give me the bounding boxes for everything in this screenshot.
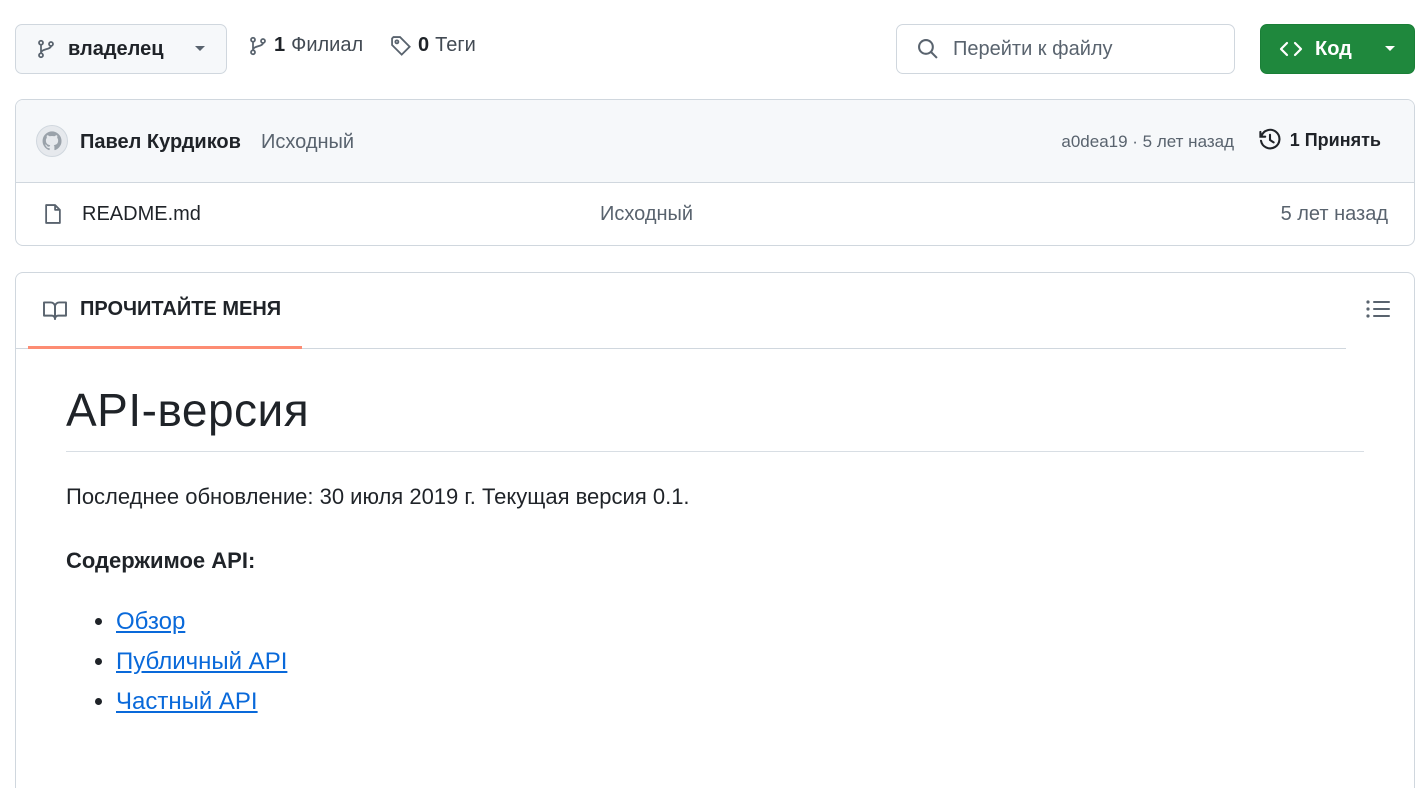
list-item: Публичный API [116, 648, 1364, 676]
file-icon [42, 202, 64, 226]
git-branch-icon [248, 35, 268, 57]
file-list: Павел Курдиков Исходный a0dea19 · 5 лет … [15, 99, 1415, 246]
list-item: Частный API [116, 688, 1364, 716]
tags-label: Теги [435, 34, 476, 56]
public-api-link[interactable]: Публичный API [116, 648, 287, 675]
go-to-file-input[interactable] [953, 37, 1213, 61]
search-icon [917, 38, 939, 60]
readme-tab-label: ПРОЧИТАЙТЕ МЕНЯ [80, 298, 282, 320]
file-row[interactable]: README.md Исходный 5 лет назад [16, 183, 1414, 245]
commits-count: 1 [1289, 129, 1300, 150]
file-commit-date: 5 лет назад [1280, 203, 1388, 225]
file-name-link[interactable]: README.md [82, 203, 201, 226]
code-icon [1279, 40, 1303, 58]
caret-down-icon [194, 45, 206, 53]
commit-hash-date[interactable]: a0dea19 · 5 лет назад [1061, 132, 1234, 152]
commit-message[interactable]: Исходный [261, 131, 354, 154]
commit-author[interactable]: Павел Курдиков [80, 131, 241, 154]
book-icon [42, 299, 68, 321]
avatar[interactable] [36, 125, 68, 157]
readme-title: API-версия [66, 383, 1364, 452]
go-to-file-search[interactable] [896, 24, 1235, 74]
readme-link-list: Обзор Публичный API Частный API [66, 608, 1364, 716]
private-api-link[interactable]: Частный API [116, 688, 258, 715]
readme-header: ПРОЧИТАЙТЕ МЕНЯ [16, 273, 1346, 349]
commits-label: Принять [1304, 129, 1381, 150]
code-button[interactable]: Код [1260, 24, 1415, 74]
tags-link[interactable]: 0 Теги [390, 34, 476, 57]
branch-select-button[interactable]: владелец [15, 24, 227, 74]
list-item: Обзор [116, 608, 1364, 636]
branch-name: владелец [68, 37, 164, 60]
file-commit-message[interactable]: Исходный [600, 203, 693, 226]
latest-commit-bar: Павел Курдиков Исходный a0dea19 · 5 лет … [16, 100, 1414, 183]
git-branch-icon [36, 38, 56, 60]
tags-count: 0 [418, 34, 430, 56]
caret-down-icon [1384, 45, 1396, 53]
branches-count: 1 [274, 34, 286, 56]
branches-label: Филиал [291, 34, 364, 56]
list-icon[interactable] [1366, 299, 1390, 319]
overview-link[interactable]: Обзор [116, 608, 185, 635]
readme-paragraph: Последнее обновление: 30 июля 2019 г. Те… [66, 484, 690, 509]
tab-readme[interactable]: ПРОЧИТАЙТЕ МЕНЯ [28, 273, 302, 349]
readme-panel: ПРОЧИТАЙТЕ МЕНЯ API-версия Последнее обн… [15, 272, 1415, 788]
tag-icon [390, 35, 412, 57]
readme-content: API-версия Последнее обновление: 30 июля… [66, 349, 1364, 728]
commits-history-link[interactable]: 1 Принять [1258, 128, 1381, 152]
branches-link[interactable]: 1 Филиал [248, 34, 363, 57]
readme-subheading: Содержимое API: [66, 548, 256, 573]
history-icon [1258, 128, 1282, 152]
code-button-label: Код [1315, 37, 1352, 60]
